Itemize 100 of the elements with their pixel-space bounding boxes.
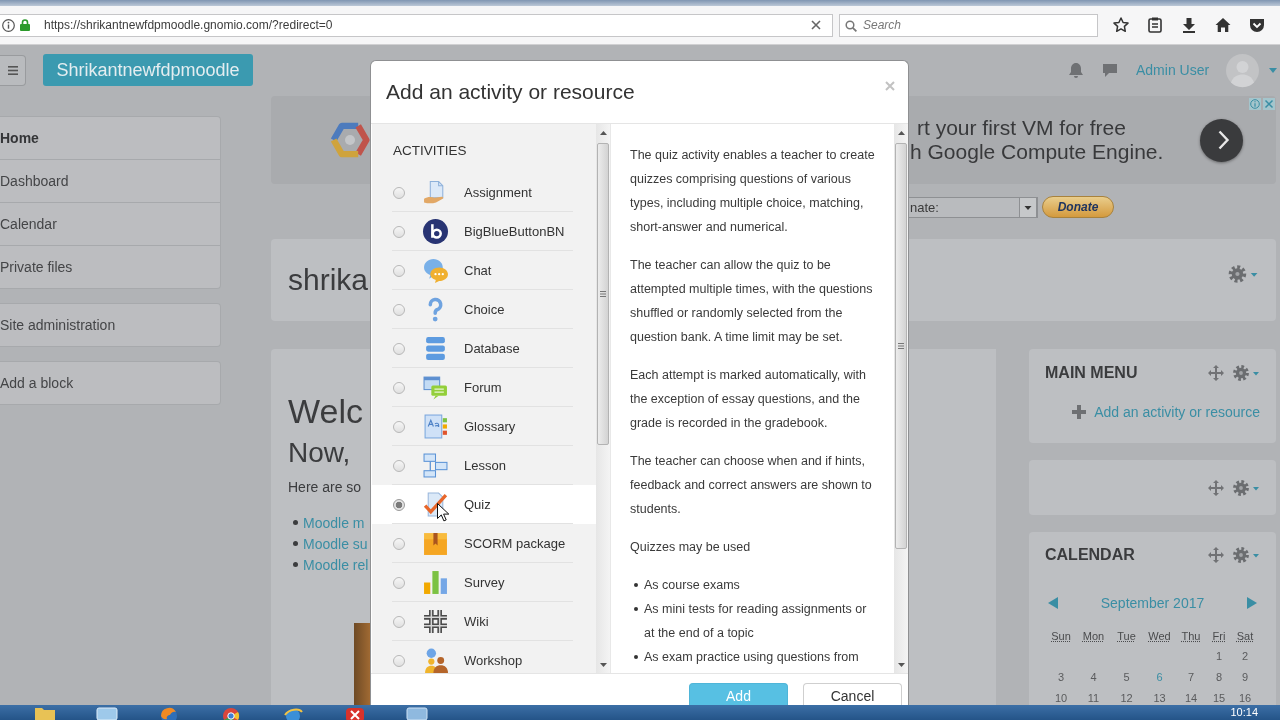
cancel-button[interactable]: Cancel xyxy=(803,683,902,705)
calendar-day: 6 xyxy=(1156,670,1163,683)
activity-option[interactable]: Quiz xyxy=(372,485,596,524)
radio-button[interactable] xyxy=(393,420,405,433)
menu-button[interactable] xyxy=(0,54,26,86)
weekday-header: Sun xyxy=(1051,630,1071,642)
activity-option[interactable]: BigBlueButtonBN xyxy=(372,212,596,251)
nav-item[interactable]: Site administration xyxy=(0,304,220,346)
next-button[interactable] xyxy=(1200,118,1243,162)
activity-option[interactable]: Survey xyxy=(372,563,596,602)
ad-text: h Google Compute Engine. xyxy=(910,140,1164,164)
scrollbar-thumb[interactable] xyxy=(597,143,609,445)
grip-icon xyxy=(898,343,904,349)
dialog-title: Add an activity or resource xyxy=(386,80,635,104)
menu-icon xyxy=(7,65,18,75)
radio-button[interactable] xyxy=(393,264,405,277)
activity-option[interactable]: Glossary xyxy=(372,407,596,446)
caret-down-icon[interactable] xyxy=(897,662,905,667)
search-field[interactable]: Search xyxy=(839,13,1098,37)
app-icon[interactable] xyxy=(344,707,366,720)
settings-icon[interactable] xyxy=(1227,264,1259,284)
move-icon[interactable] xyxy=(1208,547,1224,563)
caret-down-icon[interactable] xyxy=(599,662,607,667)
welcome-heading: Welc xyxy=(288,391,363,431)
radio-button[interactable] xyxy=(393,576,405,589)
book-icon xyxy=(423,414,448,439)
move-icon[interactable] xyxy=(1208,365,1224,381)
radio-button[interactable] xyxy=(393,459,405,472)
bullet-icon xyxy=(634,607,638,611)
avatar-icon[interactable] xyxy=(1226,53,1260,87)
calendar-day: 16 xyxy=(1238,691,1252,704)
bell-icon[interactable] xyxy=(1068,62,1084,78)
radio-button[interactable] xyxy=(393,225,405,238)
weekday-header: Wed xyxy=(1148,630,1171,642)
nav-item[interactable]: Calendar xyxy=(0,203,220,246)
nav-item[interactable]: Add a block xyxy=(0,362,220,404)
activity-option[interactable]: Lesson xyxy=(372,446,596,485)
lock-icon xyxy=(20,19,30,31)
caret-up-icon[interactable] xyxy=(897,130,905,135)
globe-ring-icon[interactable] xyxy=(282,707,304,720)
radio-button[interactable] xyxy=(393,303,405,316)
radio-button[interactable] xyxy=(393,615,405,628)
settings-icon[interactable] xyxy=(1232,546,1260,564)
clipboard-icon[interactable] xyxy=(1147,17,1163,33)
globe-icon[interactable] xyxy=(158,707,180,720)
wheel-icon[interactable] xyxy=(220,707,242,720)
calendar-day: 11 xyxy=(1087,691,1100,704)
bullet-icon xyxy=(293,520,298,525)
nav-item[interactable]: Private files xyxy=(0,246,220,288)
radio-button[interactable] xyxy=(393,498,405,511)
scrollbar-thumb[interactable] xyxy=(895,143,907,549)
donate-select[interactable]: nate: xyxy=(909,196,1038,218)
weekday-header: Thu xyxy=(1181,630,1201,642)
radio-button[interactable] xyxy=(393,654,405,667)
calendar-day: 2 xyxy=(1241,649,1249,662)
caret-up-icon[interactable] xyxy=(599,130,607,135)
calendar-day: 7 xyxy=(1187,670,1195,683)
calendar-day: 13 xyxy=(1153,691,1166,704)
activity-option[interactable]: Forum xyxy=(372,368,596,407)
hexagon-logo-icon xyxy=(330,120,370,160)
course-title: shrika xyxy=(288,263,369,297)
donate-button[interactable]: Donate xyxy=(1042,196,1114,218)
package-icon xyxy=(423,531,448,556)
activity-option[interactable]: Chat xyxy=(372,251,596,290)
activity-option[interactable]: Choice xyxy=(372,290,596,329)
radio-button[interactable] xyxy=(393,537,405,550)
nav-item[interactable]: Dashboard xyxy=(0,160,220,203)
settings-icon[interactable] xyxy=(1232,364,1260,382)
intro-text: Here are so xyxy=(288,478,362,497)
radio-button[interactable] xyxy=(393,342,405,355)
home-icon[interactable] xyxy=(1215,17,1231,33)
download-icon[interactable] xyxy=(1181,17,1197,33)
star-icon[interactable] xyxy=(1113,17,1129,33)
block-title: CALENDAR xyxy=(1045,546,1135,564)
activity-option[interactable]: Wiki xyxy=(372,602,596,641)
url-text: https://shrikantnewfdpmoodle.gnomio.com/?redirect=0 xyxy=(44,18,334,32)
welcome-subheading: Now, xyxy=(288,436,351,470)
description-text: The teacher can allow the quiz to be attempted multiple times, with the questions shuffled or randomly selected from the question bank. A time limit may be set. xyxy=(630,257,874,346)
address-bar[interactable]: https://shrikantnewfdpmoodle.gnomio.com/?redirect=0 xyxy=(0,13,833,37)
window-icon[interactable] xyxy=(406,707,428,720)
window-icon[interactable] xyxy=(96,707,118,720)
activity-option[interactable]: Assignment xyxy=(372,173,596,212)
activity-option[interactable]: SCORM package xyxy=(372,524,596,563)
bullet-icon xyxy=(293,562,298,567)
info-icon[interactable] xyxy=(2,18,15,32)
radio-button[interactable] xyxy=(393,381,405,394)
chat-icon[interactable] xyxy=(1102,62,1118,78)
shield-icon[interactable] xyxy=(1249,17,1265,33)
folder-icon[interactable] xyxy=(34,707,56,720)
close-icon[interactable] xyxy=(811,20,821,30)
move-icon[interactable] xyxy=(1208,479,1224,496)
radio-button[interactable] xyxy=(393,186,405,199)
weekday-header: Fri xyxy=(1212,630,1226,642)
activity-option[interactable]: Database xyxy=(372,329,596,368)
nav-item[interactable]: Home xyxy=(0,117,220,160)
cursor-icon xyxy=(437,503,449,522)
section-heading: ACTIVITIES xyxy=(393,143,467,159)
arrow-left-icon[interactable] xyxy=(1048,597,1058,609)
arrow-right-icon[interactable] xyxy=(1247,597,1257,609)
settings-icon[interactable] xyxy=(1232,478,1260,497)
